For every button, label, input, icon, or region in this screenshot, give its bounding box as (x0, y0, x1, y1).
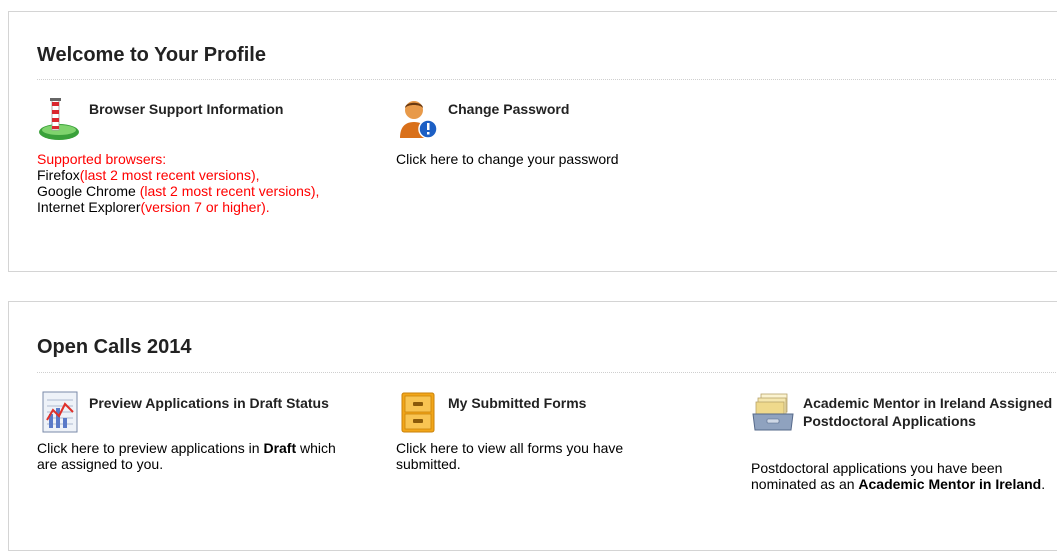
preview-applications-tile[interactable]: Preview Applications in Draft Status Cli… (37, 390, 367, 490)
open-calls-panel: Open Calls 2014 Preview Applications in … (8, 301, 1057, 551)
profile-panel: Welcome to Your Profile Browser Support … (8, 11, 1057, 272)
mentor-body-after: . (1041, 476, 1046, 492)
open-calls-title: Open Calls 2014 (37, 336, 192, 358)
academic-mentor-label: Academic Mentor in Ireland (858, 476, 1042, 492)
preview-applications-heading[interactable]: Preview Applications in Draft Status (89, 394, 329, 412)
ie-line: Internet Explorer(version 7 or higher). (37, 199, 337, 215)
preview-body-before: Click here to preview applications in (37, 440, 264, 456)
chrome-note: (last 2 most recent versions), (139, 183, 320, 199)
submitted-forms-heading[interactable]: My Submitted Forms (448, 394, 586, 412)
firefox-name: Firefox (37, 167, 80, 183)
file-tray-icon (752, 393, 794, 431)
pole-on-globe-icon (39, 98, 79, 140)
supported-browsers-label: Supported browsers: (37, 151, 167, 167)
chrome-line: Google Chrome (last 2 most recent versio… (37, 183, 337, 199)
title-divider (37, 79, 1057, 80)
academic-mentor-link[interactable]: Postdoctoral applications you have been … (751, 460, 1056, 492)
browser-support-body: Supported browsers: Firefox(last 2 most … (37, 151, 337, 215)
profile-title: Welcome to Your Profile (37, 44, 266, 66)
browser-support-tile: Browser Support Information Supported br… (37, 96, 357, 246)
change-password-link[interactable]: Click here to change your password (396, 151, 716, 167)
folder-icon (401, 392, 435, 433)
change-password-heading[interactable]: Change Password (448, 100, 569, 118)
title-divider (37, 372, 1057, 373)
firefox-note: (last 2 most recent versions), (79, 167, 260, 183)
preview-applications-link[interactable]: Click here to preview applications in Dr… (37, 440, 357, 472)
ie-name: Internet Explorer (37, 199, 141, 215)
submitted-forms-tile[interactable]: My Submitted Forms Click here to view al… (396, 390, 706, 490)
submitted-forms-link[interactable]: Click here to view all forms you have su… (396, 440, 686, 472)
chrome-name: Google Chrome (37, 183, 140, 199)
ie-note: (version 7 or higher). (140, 199, 270, 215)
draft-label: Draft (263, 440, 297, 456)
chart-document-icon (42, 391, 78, 433)
academic-mentor-heading[interactable]: Academic Mentor in Ireland Assigned Post… (803, 394, 1053, 430)
user-info-icon (400, 101, 438, 139)
change-password-tile[interactable]: Change Password Click here to change you… (396, 96, 716, 176)
browser-support-heading: Browser Support Information (89, 101, 284, 117)
firefox-line: Firefox(last 2 most recent versions), (37, 167, 337, 183)
academic-mentor-tile[interactable]: Academic Mentor in Ireland Assigned Post… (751, 390, 1057, 530)
